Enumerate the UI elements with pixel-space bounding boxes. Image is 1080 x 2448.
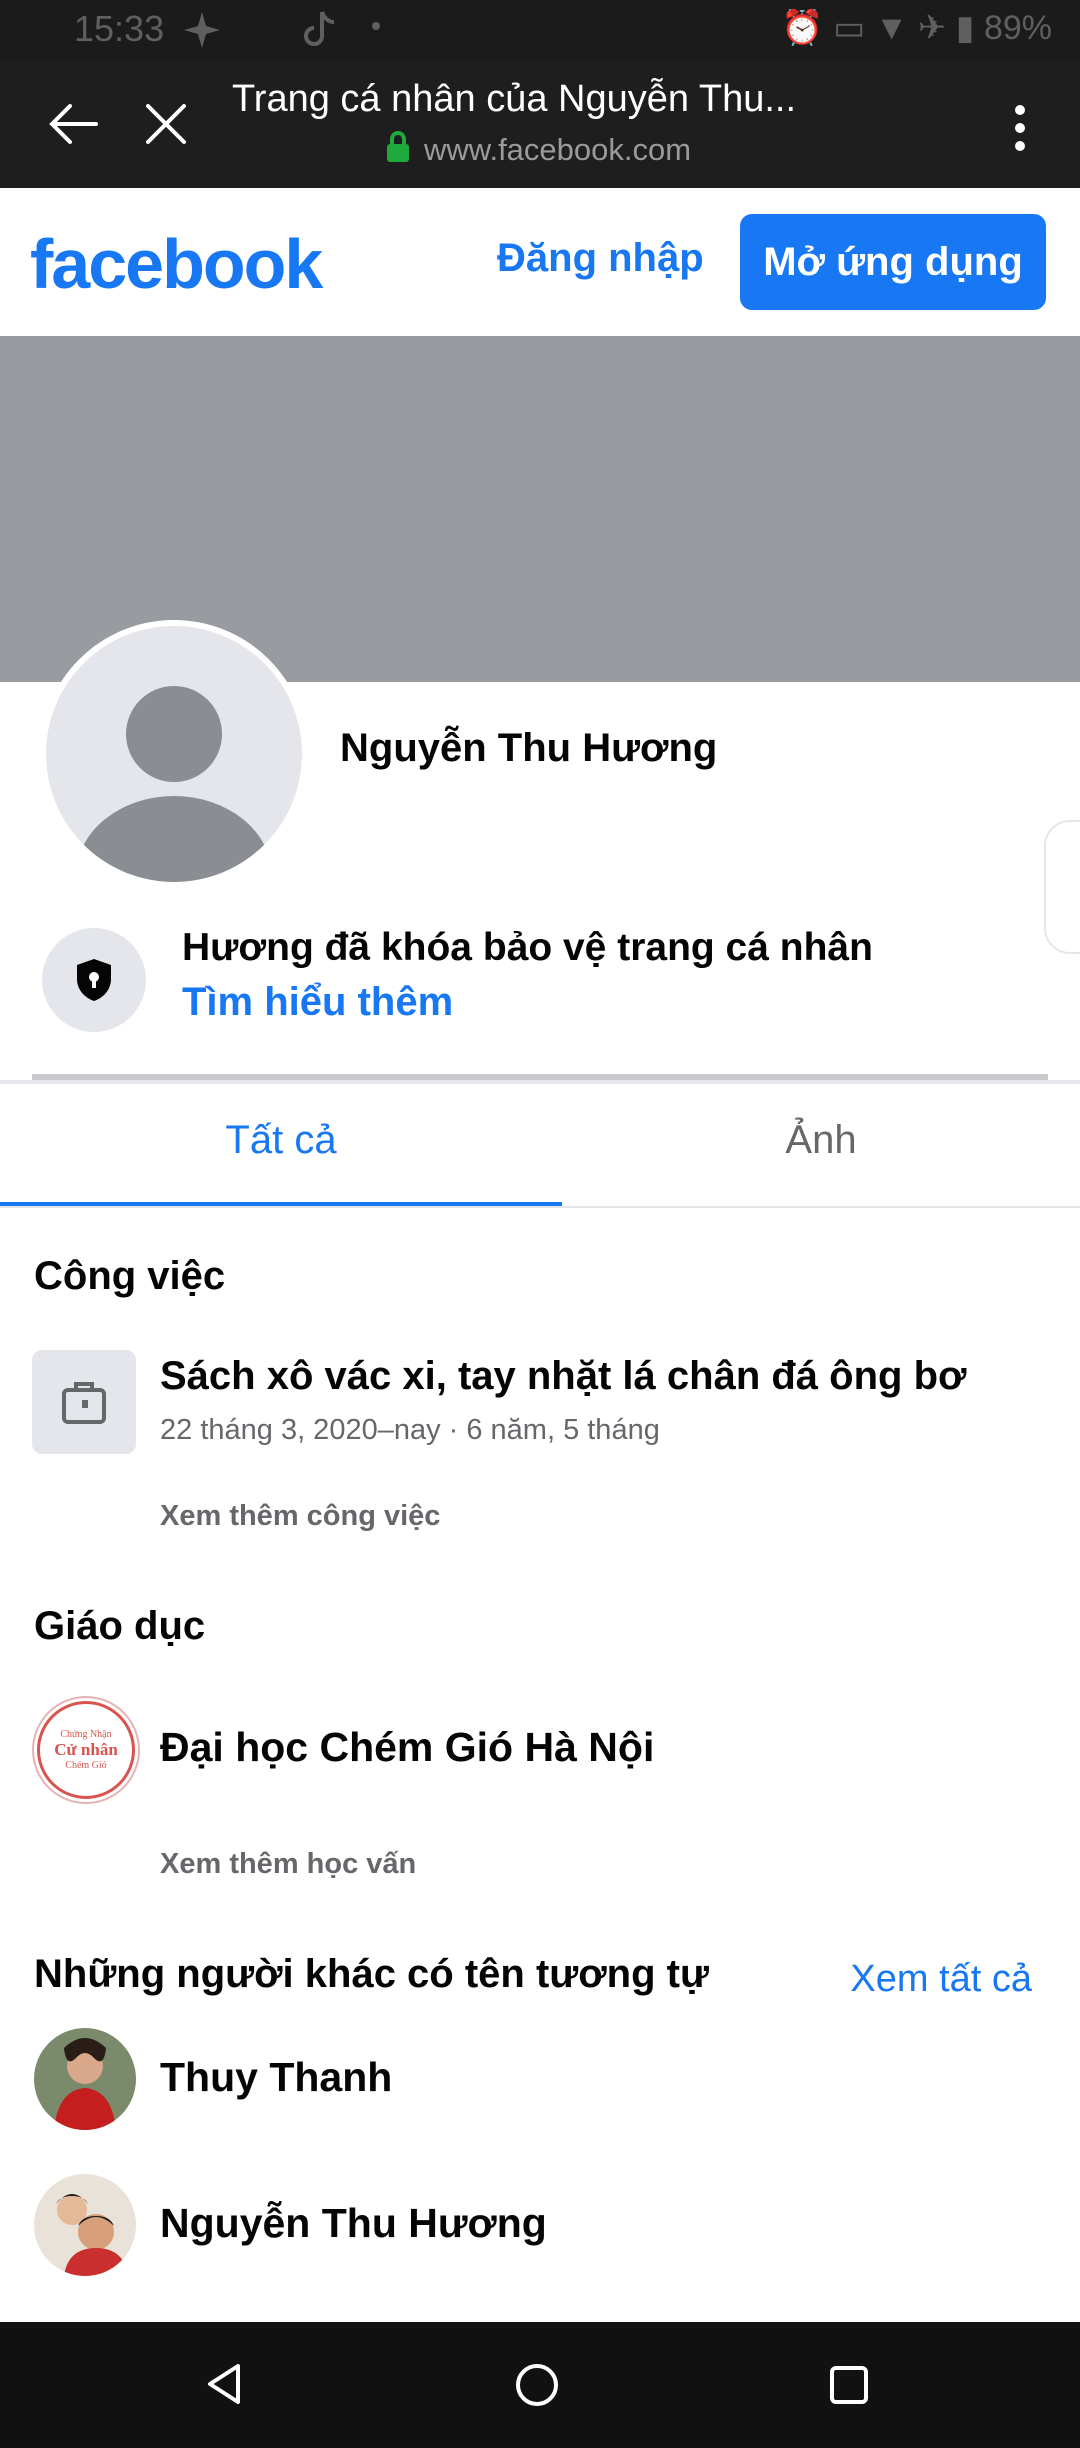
login-link[interactable]: Đăng nhập <box>497 236 704 281</box>
back-arrow-icon[interactable] <box>46 100 102 148</box>
lock-icon <box>387 131 409 162</box>
nav-recents-icon[interactable] <box>828 2364 870 2406</box>
page-title: Trang cá nhân của Nguyễn Thu... <box>232 78 797 120</box>
facebook-logo[interactable]: facebook <box>30 224 323 304</box>
briefcase-icon <box>62 1382 106 1424</box>
school-logo: Chứng Nhận Cử nhân Chém Gió <box>32 1696 140 1804</box>
school-name: Đại học Chém Gió Hà Nội <box>160 1724 655 1770</box>
person-name[interactable]: Thuy Thanh <box>160 2054 392 2101</box>
edge-panel-handle[interactable] <box>1044 820 1080 954</box>
person-avatar[interactable] <box>34 2028 136 2130</box>
profile-avatar[interactable] <box>40 620 308 888</box>
sparkle-icon <box>184 12 220 48</box>
see-more-education-link[interactable]: Xem thêm học vấn <box>160 1848 416 1881</box>
airplane-icon: ✈ <box>917 9 947 47</box>
open-app-button[interactable]: Mở ứng dụng <box>740 214 1046 310</box>
work-item-title: Sách xô vác xi, tay nhặt lá chân đá ông … <box>160 1354 967 1398</box>
wifi-icon: ▼ <box>874 9 909 47</box>
tab-photos[interactable]: Ảnh <box>562 1118 1080 1163</box>
education-heading: Giáo dục <box>34 1604 206 1648</box>
see-all-link[interactable]: Xem tất cả <box>850 1958 1032 2001</box>
more-vert-icon[interactable] <box>1012 104 1028 154</box>
work-item-dates: 22 tháng 3, 2020–nay · 6 năm, 5 tháng <box>160 1414 660 1446</box>
person-photo <box>34 2028 136 2130</box>
tab-all[interactable]: Tất cả <box>0 1118 562 1163</box>
nav-home-icon[interactable] <box>514 2362 560 2408</box>
work-item-icon <box>32 1350 136 1454</box>
see-more-work-link[interactable]: Xem thêm công việc <box>160 1500 440 1533</box>
battery-icon: ▮ <box>955 9 975 47</box>
status-bar: 15:33 ⏰ ▭ ▼ ✈ ▮ 89% <box>0 0 1080 60</box>
default-user-icon <box>76 686 272 882</box>
lock-message: Hương đã khóa bảo vệ trang cá nhân <box>182 926 873 969</box>
close-icon[interactable] <box>144 102 188 146</box>
similar-people-heading: Những người khác có tên tương tự <box>34 1952 709 1996</box>
person-avatar[interactable] <box>34 2174 136 2276</box>
cast-icon: ▭ <box>833 9 866 47</box>
notification-dot <box>372 22 380 30</box>
tab-divider <box>0 1206 1080 1208</box>
tiktok-icon <box>304 11 335 46</box>
shield-icon <box>77 959 111 1001</box>
learn-more-link[interactable]: Tìm hiểu thêm <box>182 980 453 1025</box>
profile-name: Nguyễn Thu Hương <box>340 726 718 770</box>
alarm-icon: ⏰ <box>781 9 824 47</box>
school-logo-text-top: Chứng Nhận <box>60 1729 112 1740</box>
status-time: 15:33 <box>74 8 165 49</box>
status-icons: ⏰ ▭ ▼ ✈ ▮ 89% <box>781 8 1052 48</box>
divider <box>0 1080 1080 1084</box>
profile-lock-badge <box>42 928 146 1032</box>
work-heading: Công việc <box>34 1254 226 1298</box>
nav-back-icon[interactable] <box>204 2362 244 2406</box>
school-logo-text-bottom: Chém Gió <box>65 1760 107 1771</box>
url-text[interactable]: www.facebook.com <box>424 132 691 168</box>
person-name[interactable]: Nguyễn Thu Hương <box>160 2200 547 2247</box>
battery-percent: 89% <box>983 9 1052 47</box>
system-navigation-bar <box>0 2322 1080 2448</box>
school-logo-text-main: Cử nhân <box>54 1740 118 1759</box>
person-photo <box>34 2174 136 2276</box>
browser-toolbar: Trang cá nhân của Nguyễn Thu... www.face… <box>0 60 1080 188</box>
